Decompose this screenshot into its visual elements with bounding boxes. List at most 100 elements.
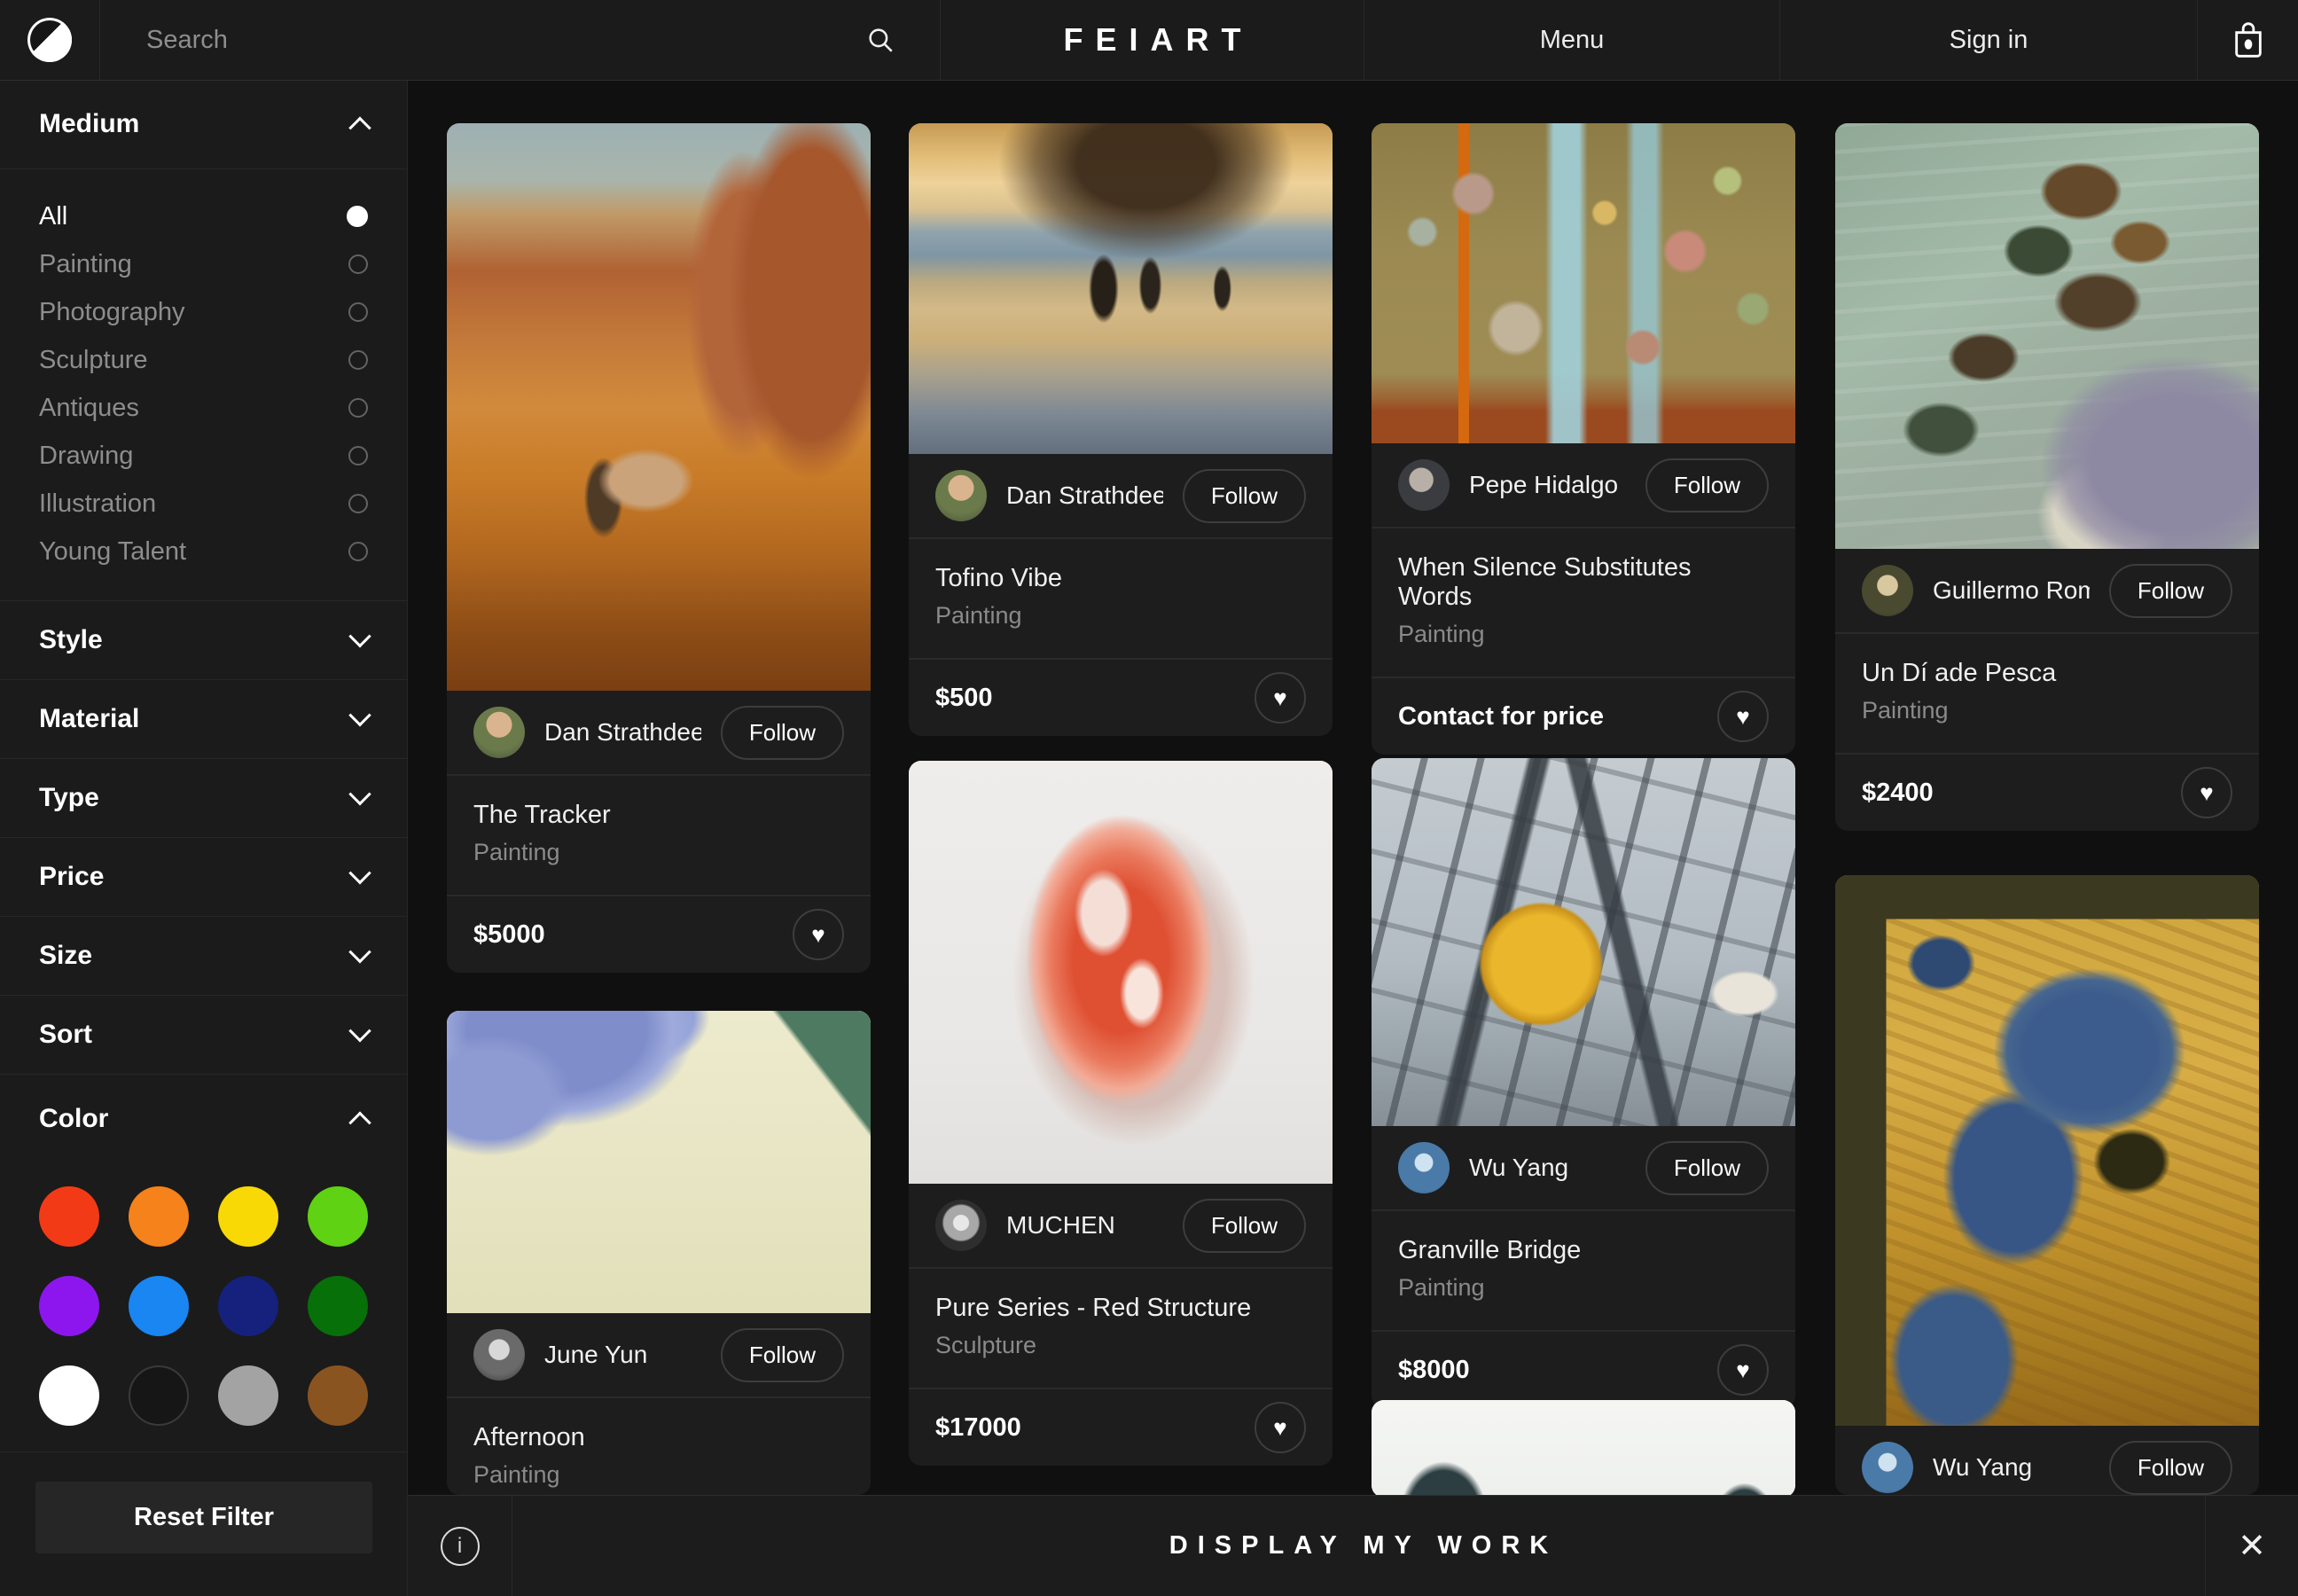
surreal-bubbles-painting[interactable] — [1372, 123, 1795, 443]
logo-button[interactable] — [0, 0, 100, 80]
artwork-card[interactable]: MUCHEN Follow Pure Series - Red Structur… — [909, 761, 1333, 1466]
follow-button[interactable]: Follow — [1183, 1199, 1306, 1253]
artwork-card[interactable] — [1372, 1400, 1795, 1498]
blue-cloth-gold-field-painting[interactable] — [1835, 875, 2259, 1426]
artwork-card[interactable]: Wu Yang Follow Granville Bridge Painting… — [1372, 758, 1795, 1408]
hydrangea-branches-painting[interactable] — [447, 1011, 871, 1313]
favorite-button[interactable]: ♥ — [1255, 672, 1306, 724]
artist-name[interactable]: Dan Strathdee — [544, 718, 701, 747]
artist-name[interactable]: Wu Yang — [1933, 1453, 2090, 1482]
artist-avatar[interactable] — [935, 470, 987, 521]
artist-avatar[interactable] — [1862, 565, 1913, 616]
artwork-card[interactable]: June Yun Follow Afternoon Painting — [447, 1011, 871, 1495]
desert-rider-painting[interactable] — [447, 123, 871, 691]
cart-button[interactable] — [2198, 0, 2298, 80]
search-input[interactable] — [145, 25, 848, 56]
filter-section-header[interactable]: Size — [0, 917, 407, 996]
color-swatch-gray[interactable] — [218, 1365, 278, 1426]
filter-sidebar: Medium All Painting Photography Sculptur… — [0, 80, 408, 1596]
favorite-button[interactable]: ♥ — [793, 909, 844, 960]
artist-name[interactable]: Wu Yang — [1469, 1154, 1626, 1182]
color-swatch-brown[interactable] — [308, 1365, 368, 1426]
color-swatch-white[interactable] — [39, 1365, 99, 1426]
artwork-category: Painting — [473, 1461, 844, 1489]
medium-option[interactable]: Photography — [0, 288, 407, 336]
artist-name[interactable]: Pepe Hidalgo — [1469, 471, 1626, 499]
favorite-button[interactable]: ♥ — [1255, 1402, 1306, 1453]
bridge-yellow-sphere-painting[interactable] — [1372, 758, 1795, 1126]
artist-name[interactable]: Guillermo Romero ... — [1933, 576, 2090, 605]
filter-section-title: Price — [39, 862, 104, 892]
shopping-bag-icon — [2231, 20, 2266, 59]
medium-option[interactable]: Illustration — [0, 480, 407, 528]
medium-option[interactable]: Young Talent — [0, 528, 407, 575]
artwork-info: Un Dí ade Pesca Painting — [1835, 632, 2259, 753]
color-swatch-light-green[interactable] — [308, 1186, 368, 1247]
follow-button[interactable]: Follow — [1645, 458, 1769, 512]
chevron-down-icon — [348, 862, 371, 884]
sunset-beach-surfers-painting[interactable] — [909, 123, 1333, 454]
filter-section-header[interactable]: Sort — [0, 996, 407, 1075]
follow-button[interactable]: Follow — [721, 706, 844, 760]
artist-avatar[interactable] — [1398, 459, 1450, 511]
radio-icon — [348, 302, 368, 322]
filter-section-header[interactable]: Price — [0, 838, 407, 917]
menu-button[interactable]: Menu — [1364, 0, 1780, 80]
medium-option[interactable]: Sculpture — [0, 336, 407, 384]
medium-section-header[interactable]: Medium — [0, 80, 407, 169]
close-button[interactable]: ✕ — [2205, 1496, 2298, 1596]
filter-section-title: Size — [39, 941, 92, 971]
artist-avatar[interactable] — [1862, 1442, 1913, 1493]
color-swatch-purple[interactable] — [39, 1276, 99, 1336]
search-icon[interactable] — [865, 25, 895, 55]
dark-heels-still-life[interactable] — [1372, 1400, 1795, 1498]
artwork-card[interactable]: Dan Strathdee Follow The Tracker Paintin… — [447, 123, 871, 973]
reset-filter-button[interactable]: Reset Filter — [35, 1482, 372, 1553]
artist-name[interactable]: MUCHEN — [1006, 1211, 1163, 1240]
filter-section-header[interactable]: Type — [0, 759, 407, 838]
color-swatch-yellow[interactable] — [218, 1186, 278, 1247]
follow-button[interactable]: Follow — [1645, 1141, 1769, 1195]
price-row: $5000 ♥ — [447, 895, 871, 973]
color-swatch-dark-green[interactable] — [308, 1276, 368, 1336]
color-swatch-blue[interactable] — [129, 1276, 189, 1336]
heart-icon: ♥ — [811, 923, 825, 946]
artwork-card[interactable]: Wu Yang Follow — [1835, 875, 2259, 1495]
medium-option[interactable]: Painting — [0, 240, 407, 288]
search-area — [100, 0, 941, 80]
follow-button[interactable]: Follow — [1183, 469, 1306, 523]
medium-option[interactable]: Drawing — [0, 432, 407, 480]
artist-avatar[interactable] — [473, 1329, 525, 1381]
follow-button[interactable]: Follow — [2109, 1441, 2232, 1495]
color-swatch-orange[interactable] — [129, 1186, 189, 1247]
filter-section-title: Material — [39, 704, 139, 734]
medium-option-label: Sculpture — [39, 346, 148, 375]
color-swatch-black[interactable] — [129, 1365, 189, 1426]
follow-button[interactable]: Follow — [2109, 564, 2232, 618]
artist-avatar[interactable] — [1398, 1142, 1450, 1193]
favorite-button[interactable]: ♥ — [1717, 1344, 1769, 1396]
red-crumpled-fabric-sculpture[interactable] — [909, 761, 1333, 1184]
favorite-button[interactable]: ♥ — [1717, 691, 1769, 742]
color-swatch-red[interactable] — [39, 1186, 99, 1247]
artwork-card[interactable]: Pepe Hidalgo Follow When Silence Substit… — [1372, 123, 1795, 755]
filter-section-header[interactable]: Style — [0, 601, 407, 680]
brand-title: FEIART — [1051, 21, 1254, 59]
color-swatch-navy[interactable] — [218, 1276, 278, 1336]
follow-button[interactable]: Follow — [721, 1328, 844, 1382]
color-section-header[interactable]: Color — [0, 1075, 407, 1163]
info-button[interactable]: i — [408, 1496, 512, 1596]
medium-option[interactable]: Antiques — [0, 384, 407, 432]
artwork-card[interactable]: Dan Strathdee Follow Tofino Vibe Paintin… — [909, 123, 1333, 736]
medium-option[interactable]: All — [0, 192, 407, 240]
filter-section-header[interactable]: Material — [0, 680, 407, 759]
artist-avatar[interactable] — [935, 1200, 987, 1251]
artist-name[interactable]: June Yun — [544, 1341, 701, 1369]
sign-in-button[interactable]: Sign in — [1780, 0, 2198, 80]
artist-name[interactable]: Dan Strathdee — [1006, 481, 1163, 510]
artwork-card[interactable]: Guillermo Romero ... Follow Un Dí ade Pe… — [1835, 123, 2259, 831]
favorite-button[interactable]: ♥ — [2181, 767, 2232, 818]
abstract-watercolor-collage[interactable] — [1835, 123, 2259, 549]
info-icon: i — [441, 1527, 480, 1566]
artist-avatar[interactable] — [473, 707, 525, 758]
